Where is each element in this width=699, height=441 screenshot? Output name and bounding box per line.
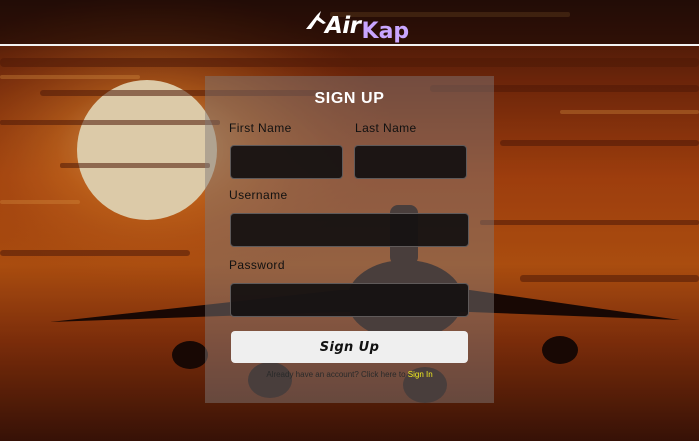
signin-prompt-text: Already have an account? Click here to <box>266 370 406 379</box>
username-label: Username <box>229 188 288 202</box>
username-input[interactable] <box>230 213 469 247</box>
airplane-logo-icon <box>305 9 326 40</box>
sign-up-button[interactable]: Sign Up <box>231 331 468 363</box>
first-name-input[interactable] <box>230 145 343 179</box>
last-name-label: Last Name <box>355 121 417 135</box>
brand-logo[interactable]: Air Kap <box>305 6 409 44</box>
form-title: SIGN UP <box>314 90 385 107</box>
first-name-label: First Name <box>229 121 292 135</box>
top-header: Air Kap <box>0 0 699 46</box>
last-name-input[interactable] <box>354 145 467 179</box>
signin-prompt: Already have an account? Click here to S… <box>0 370 699 379</box>
brand-name-kap: Kap <box>361 19 410 44</box>
brand-name-air: Air <box>325 13 361 39</box>
password-input[interactable] <box>230 283 469 317</box>
password-label: Password <box>229 258 285 272</box>
sign-in-link[interactable]: Sign In <box>408 370 433 379</box>
